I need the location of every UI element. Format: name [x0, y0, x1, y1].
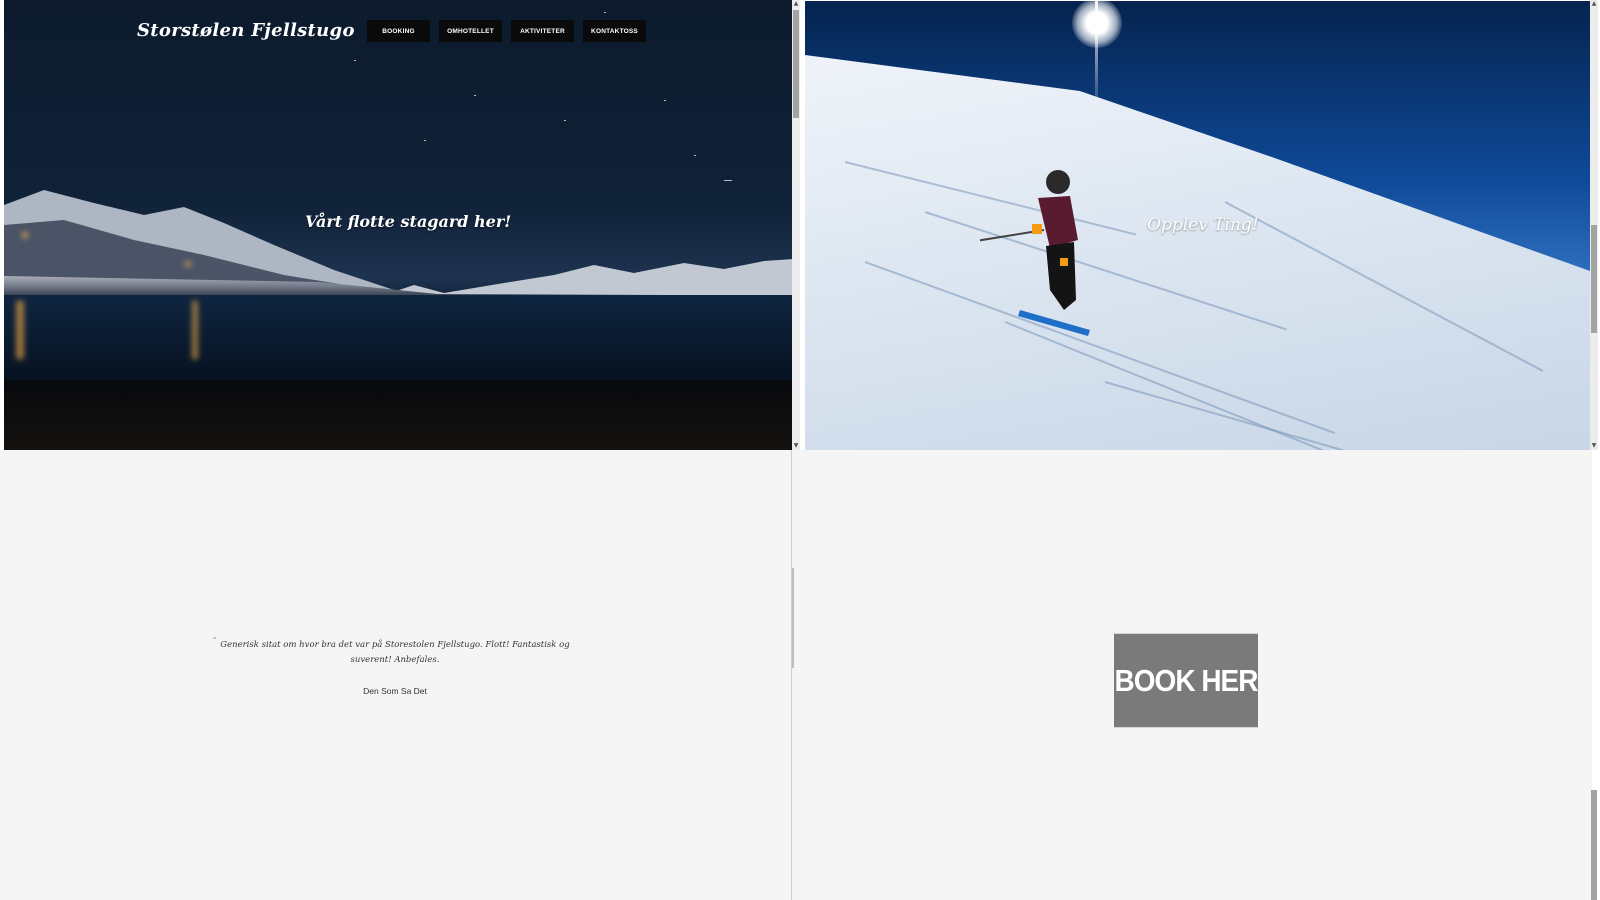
scroll-down-arrow-icon[interactable]: ▼: [1590, 442, 1598, 450]
hero-title-left: Vårt flotte stagard her!: [305, 212, 512, 231]
nav-aktiviteter[interactable]: AKTIVITETER: [511, 20, 574, 42]
scrollbar-bottom-right[interactable]: [1590, 760, 1598, 900]
scrollbar-top-right[interactable]: ▲ ▼: [1590, 0, 1598, 450]
scroll-thumb[interactable]: [1591, 790, 1597, 900]
scroll-up-arrow-icon[interactable]: ▲: [1590, 0, 1598, 8]
book-here-button[interactable]: BOOK HER: [1114, 633, 1258, 728]
scroll-thumb[interactable]: [793, 10, 799, 118]
scroll-thumb[interactable]: [1591, 225, 1597, 333]
hero-title-right: Opplev Ting!: [1147, 215, 1259, 235]
scroll-thumb[interactable]: [792, 568, 794, 668]
main-nav: BOOKING OMHOTELLET AKTIVITETER KONTAKTOS…: [367, 20, 646, 42]
testimonial-quote: Generisk sitat om hvor bra det var på St…: [220, 640, 570, 665]
skier-figure: [980, 170, 1090, 336]
testimonial-author: Den Som Sa Det: [363, 686, 427, 696]
scrollbar-top-left[interactable]: ▲ ▼: [792, 0, 800, 450]
nav-booking[interactable]: BOOKING: [367, 20, 430, 42]
site-logo[interactable]: Storstølen Fjellstugo: [137, 20, 355, 41]
nav-om-hotellet[interactable]: OMHOTELLET: [439, 20, 502, 42]
scroll-down-arrow-icon[interactable]: ▼: [792, 442, 800, 450]
scrollbar-bottom-left[interactable]: [792, 560, 796, 675]
scroll-up-arrow-icon[interactable]: ▲: [792, 0, 800, 8]
nav-kontakt-oss[interactable]: KONTAKTOSS: [583, 20, 646, 42]
testimonial-pane: [0, 450, 792, 900]
